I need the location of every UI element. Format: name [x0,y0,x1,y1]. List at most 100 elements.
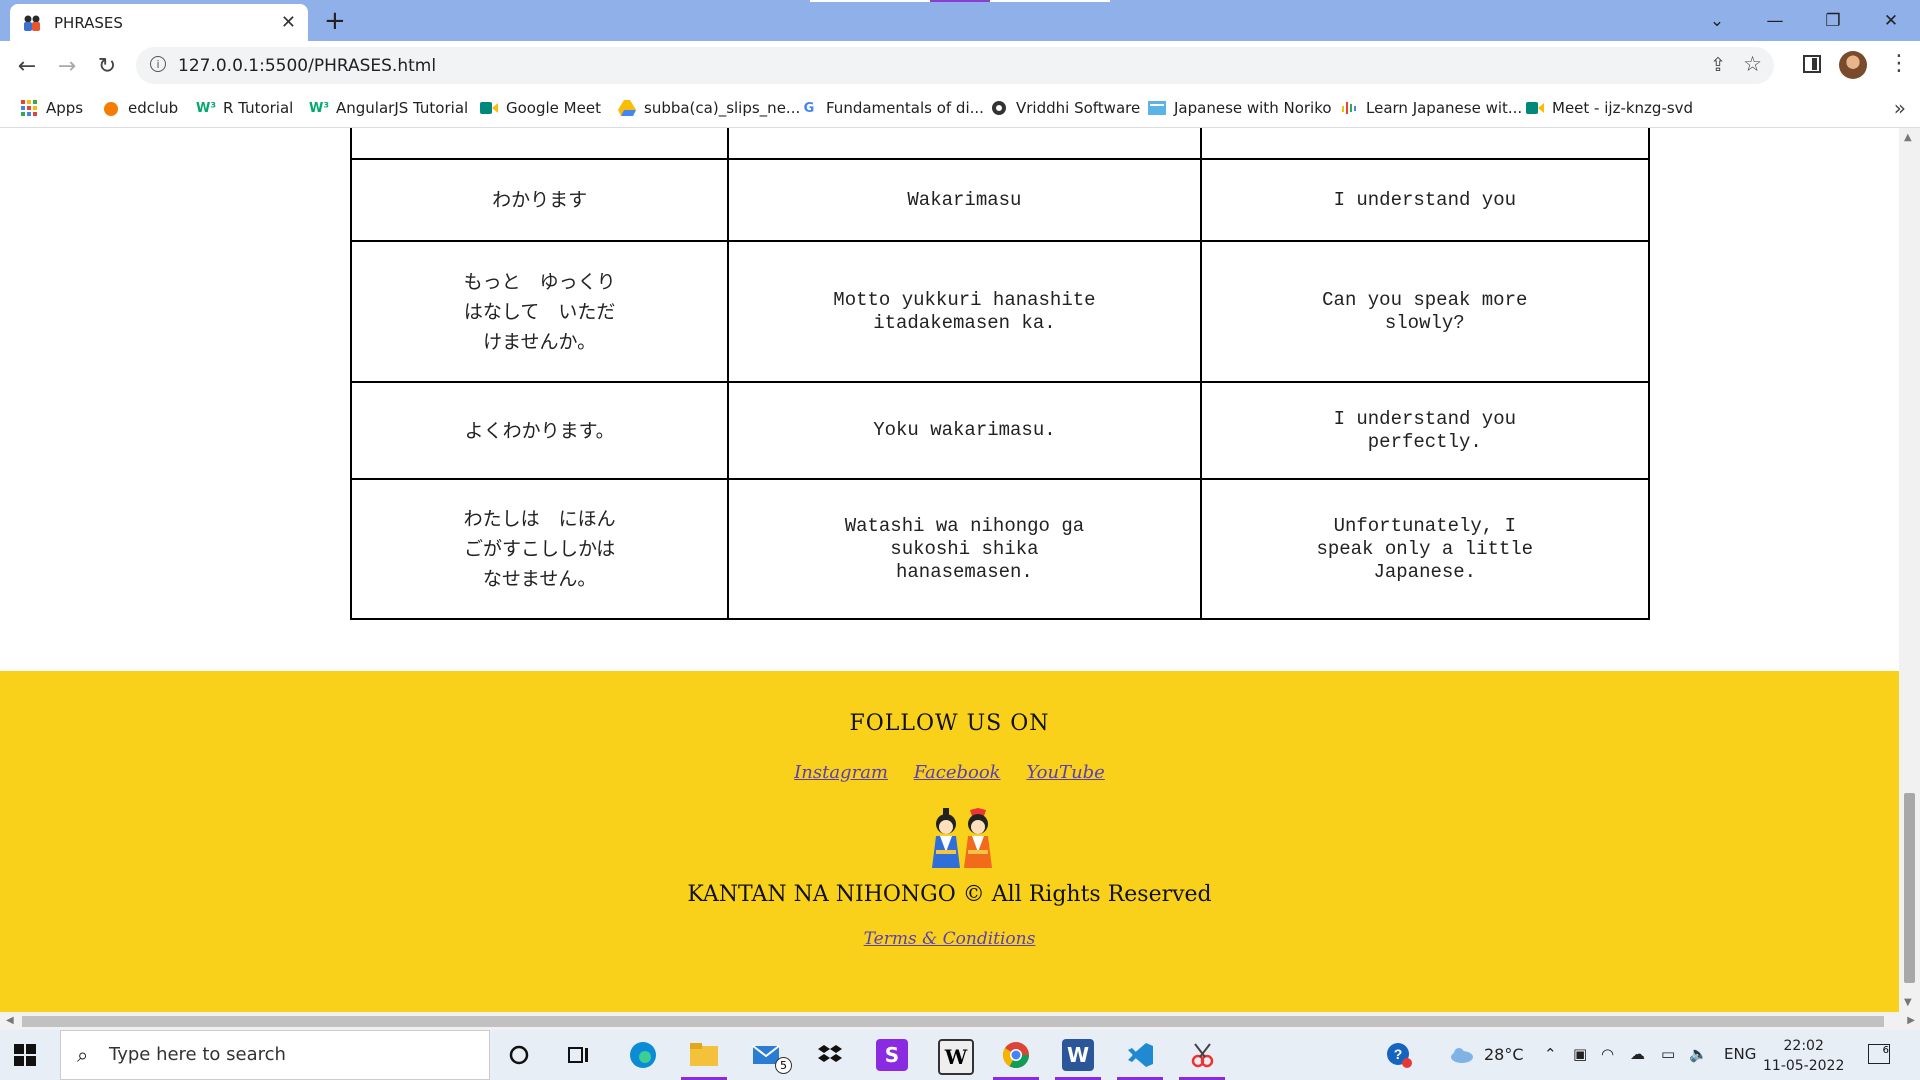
scroll-down-icon[interactable]: ▼ [1904,997,1912,1008]
bookmark-r-tutorial[interactable]: W³ R Tutorial [196,99,293,117]
scroll-left-icon[interactable]: ◀ [6,1015,14,1026]
profile-avatar[interactable] [1839,51,1867,79]
tab-close-icon[interactable]: ✕ [281,12,296,33]
meet-now-icon[interactable]: ▣ [1573,1045,1587,1063]
share-icon[interactable]: ⇪ [1710,54,1726,76]
edge-icon[interactable] [627,1039,659,1071]
language-indicator[interactable]: ENG [1724,1045,1756,1063]
bookmark-learn-japanese[interactable]: Learn Japanese wit... [1340,99,1522,117]
bookmark-star-icon[interactable]: ☆ [1743,52,1762,76]
romaji-cell: Yoku wakarimasu. [873,419,1056,441]
help-icon[interactable]: ? [1383,1039,1415,1071]
japanese-cell: わかります [492,189,588,211]
chrome-icon[interactable] [1000,1039,1032,1071]
scroll-up-icon[interactable]: ▲ [1904,132,1912,143]
windows-start-icon[interactable] [14,1044,36,1066]
weather-cloud-icon[interactable] [1446,1039,1478,1071]
japanese-cell [349,128,730,160]
bookmark-label: Vriddhi Software [1016,99,1141,117]
bookmark-fundamentals[interactable]: G Fundamentals of di... [800,99,984,117]
app-s-icon[interactable]: S [876,1039,908,1071]
reload-icon[interactable]: ↻ [92,51,122,81]
bookmark-meet[interactable]: Meet - ijz-knzg-svd [1526,99,1693,117]
new-tab-button[interactable]: + [324,6,346,36]
weather-temperature[interactable]: 28°C [1484,1045,1524,1064]
english-cell: Can you speak more slowly? [1322,288,1528,334]
bookmark-label: Fundamentals of di... [826,99,984,117]
bookmark-label: subba(ca)_slips_ne... [644,99,801,117]
vertical-scrollbar[interactable]: ▲ ▼ [1899,128,1920,1012]
instagram-link[interactable]: Instagram [794,762,888,783]
bookmark-label: edclub [128,99,179,117]
clock[interactable]: 22:02 11-05-2022 [1763,1036,1844,1076]
menu-kebab-icon[interactable]: ⋮ [1888,51,1910,76]
google-drive-icon [618,99,636,117]
google-meet-icon [480,99,498,117]
phrases-table: わかります Wakarimasu I understand you もっと ゆっ… [349,128,1651,620]
back-icon[interactable]: ← [12,51,42,81]
bookmarks-overflow-icon[interactable]: » [1894,96,1906,120]
svg-text:?: ? [1394,1046,1403,1062]
english-cell [1199,128,1651,160]
dropbox-icon[interactable] [814,1039,846,1071]
site-info-icon[interactable]: i [150,56,166,72]
edclub-icon [102,99,120,117]
bookmark-google-meet[interactable]: Google Meet [480,99,601,117]
wifi-icon[interactable]: ◠ [1601,1045,1614,1063]
facebook-link[interactable]: Facebook [914,762,1001,783]
follow-heading: FOLLOW US ON [849,711,1050,736]
browser-toolbar: ← → ↻ i 127.0.0.1:5500/PHRASES.html ⇪ ☆ … [0,41,1920,90]
terms-container: Terms & Conditions [0,929,1899,949]
bookmarks-bar: Apps edclub W³ R Tutorial W³ AngularJS T… [0,90,1920,128]
bookmark-label: Meet - ijz-knzg-svd [1552,99,1694,117]
w3-icon: W³ [308,100,330,116]
taskbar-search-input[interactable]: ⌕ Type here to search [60,1030,490,1080]
horizontal-scroll-thumb[interactable] [22,1016,1884,1027]
wikipedia-icon[interactable]: W [938,1039,974,1075]
volume-icon[interactable]: 🔈 [1689,1045,1708,1063]
address-bar[interactable]: i 127.0.0.1:5500/PHRASES.html ⇪ ☆ [136,47,1774,84]
cortana-icon[interactable] [503,1039,535,1071]
table-row: わたしは にほんごがすこししかはなせません。 Watashi wa nihong… [349,478,1651,620]
romaji-cell: Wakarimasu [907,188,1022,211]
vscode-icon[interactable] [1124,1039,1156,1071]
tab-strip-accent-purple [930,0,990,2]
word-icon[interactable]: W [1062,1039,1094,1071]
tab-search-icon[interactable]: ⌄ [1688,0,1746,41]
horizontal-scrollbar[interactable]: ◀ ▶ [0,1012,1920,1030]
tab-phrases[interactable]: PHRASES ✕ [10,4,308,41]
table-row: わかります Wakarimasu I understand you [349,158,1651,242]
side-panel-icon[interactable] [1803,55,1821,73]
bookmark-label: Japanese with Noriko [1174,99,1332,117]
bookmark-angularjs-tutorial[interactable]: W³ AngularJS Tutorial [308,99,468,117]
bookmark-apps[interactable]: Apps [20,99,83,117]
sync-icon[interactable]: ☁ [1630,1045,1645,1063]
restore-button[interactable]: ❐ [1804,0,1862,41]
bookmark-edclub[interactable]: edclub [102,99,178,117]
youtube-link[interactable]: YouTube [1026,762,1105,783]
romaji-cell [727,128,1202,160]
battery-icon[interactable]: ▭ [1661,1045,1675,1063]
notification-count: 6 [1882,1045,1889,1056]
file-explorer-icon[interactable] [688,1039,720,1071]
mail-badge: 5 [775,1057,792,1074]
notification-center-icon[interactable]: 6 [1868,1044,1890,1064]
terms-link[interactable]: Terms & Conditions [864,929,1036,949]
english-cell: Unfortunately, I speak only a little Jap… [1316,514,1534,583]
show-hidden-icons-icon[interactable]: ⌃ [1544,1045,1557,1063]
forward-icon[interactable]: → [52,51,82,81]
vertical-scroll-thumb[interactable] [1904,793,1915,983]
scroll-right-icon[interactable]: ▶ [1907,1015,1915,1026]
bookmark-subba-slips[interactable]: subba(ca)_slips_ne... [618,99,800,117]
japanese-cell: よくわかります。 [464,419,615,442]
english-cell: I understand you [1333,188,1516,211]
table-row [349,128,1651,160]
bookmark-japanese-noriko[interactable]: Japanese with Noriko [1148,99,1332,117]
url-text[interactable]: 127.0.0.1:5500/PHRASES.html [178,56,436,76]
task-view-icon[interactable] [563,1039,595,1071]
bookmark-vriddhi[interactable]: Vriddhi Software [990,99,1140,117]
minimize-button[interactable]: — [1746,0,1804,41]
snipping-tool-icon[interactable] [1186,1039,1218,1071]
close-window-button[interactable]: ✕ [1862,0,1920,41]
social-links: Instagram Facebook YouTube [0,762,1899,783]
